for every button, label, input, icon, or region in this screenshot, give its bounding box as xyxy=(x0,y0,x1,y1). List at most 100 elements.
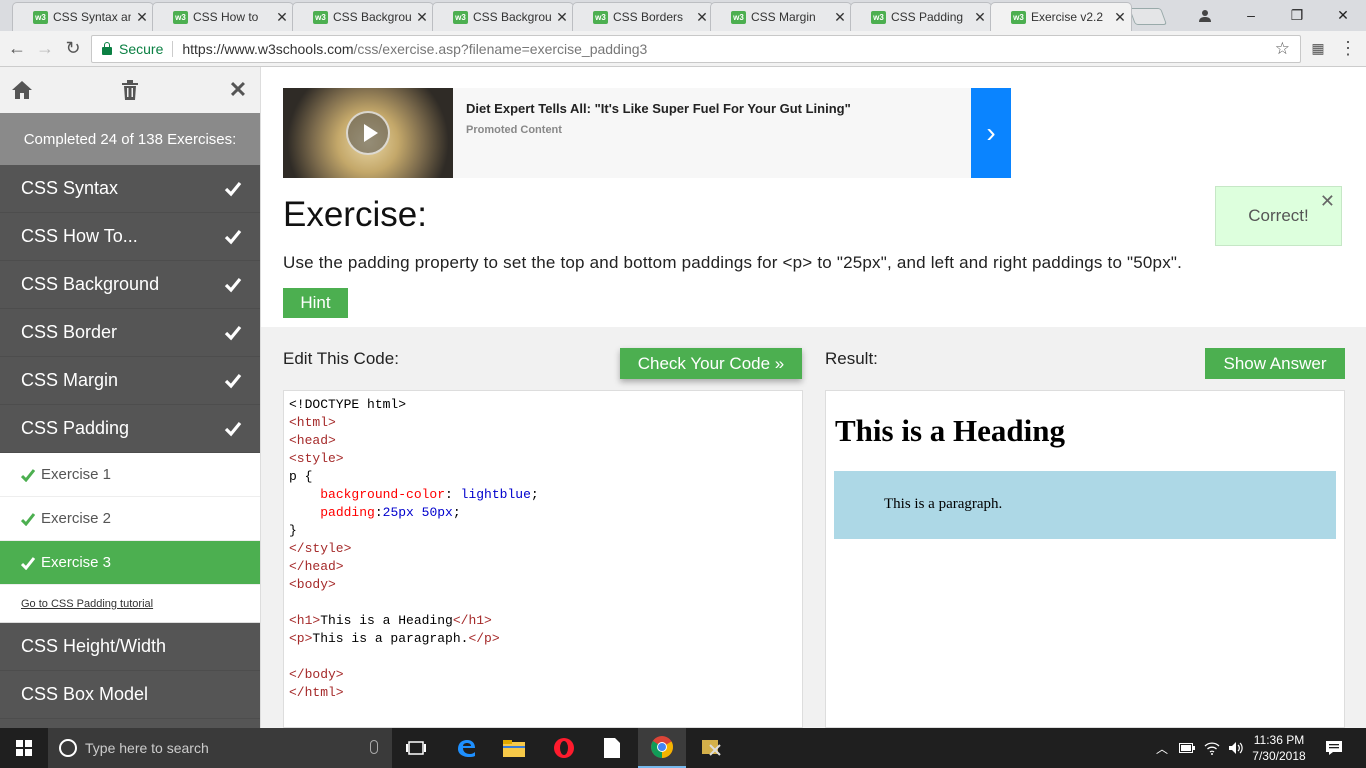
sidebar-toolbar: ✕ xyxy=(0,67,260,113)
code-line: </style> xyxy=(289,541,352,556)
minimize-icon[interactable]: – xyxy=(1228,0,1274,30)
exercise-sidebar: ✕ Completed 24 of 138 Exercises: CSS Syn… xyxy=(0,67,260,728)
browser-tab[interactable]: w3 CSS Margin ✕ xyxy=(710,2,852,31)
taskbar-search-box[interactable]: Type here to search xyxy=(48,728,392,768)
progress-summary: Completed 24 of 138 Exercises: xyxy=(0,113,260,165)
system-clock[interactable]: 11:36 PM 7/30/2018 xyxy=(1248,732,1310,764)
close-window-icon[interactable]: ✕ xyxy=(1320,0,1366,30)
w3schools-favicon-icon: w3 xyxy=(1011,10,1026,24)
close-tab-icon[interactable]: ✕ xyxy=(1109,9,1131,26)
exercise-label: Exercise 2 xyxy=(41,510,112,527)
sidebar-item-label: CSS Box Model xyxy=(21,684,149,704)
tab-title: CSS Borders xyxy=(613,10,684,24)
sidebar-item-css-margin[interactable]: CSS Margin xyxy=(0,357,260,405)
checkmark-icon xyxy=(224,181,242,197)
ad-thumbnail[interactable] xyxy=(283,88,453,178)
notepad-icon[interactable] xyxy=(588,728,636,768)
bookmark-star-icon[interactable]: ☆ xyxy=(1275,39,1290,59)
chrome-icon[interactable] xyxy=(638,728,686,768)
checkmark-icon xyxy=(21,556,35,570)
windows-taskbar: Type here to search ︿ 11:36 PM 7/30/2018 xyxy=(0,728,1366,768)
extension-icon[interactable]: ▦ xyxy=(1307,37,1329,59)
checkmark-icon xyxy=(224,421,242,437)
checkmark-icon xyxy=(21,512,35,526)
close-icon[interactable]: ✕ xyxy=(226,77,250,102)
w3schools-favicon-icon: w3 xyxy=(731,10,746,24)
opera-icon[interactable] xyxy=(540,728,588,768)
file-explorer-icon[interactable] xyxy=(490,728,538,768)
w3schools-favicon-icon: w3 xyxy=(871,10,886,24)
ad-subtitle: Promoted Content xyxy=(466,124,562,136)
sidebar-item-label: CSS Border xyxy=(21,322,118,342)
profile-icon[interactable] xyxy=(1182,0,1228,30)
tab-title: CSS Backgroun xyxy=(473,10,551,24)
play-icon[interactable] xyxy=(346,111,390,155)
sidebar-item-css-box-model[interactable]: CSS Box Model xyxy=(0,671,260,719)
trash-icon[interactable] xyxy=(118,78,142,102)
close-tab-icon[interactable]: ✕ xyxy=(829,9,851,26)
windows-logo-icon xyxy=(16,740,32,756)
browser-tab[interactable]: w3 CSS Backgroun ✕ xyxy=(292,2,434,31)
exercise-item-2[interactable]: Exercise 2 xyxy=(0,497,260,541)
battery-icon[interactable] xyxy=(1179,743,1196,753)
close-tab-icon[interactable]: ✕ xyxy=(271,9,293,26)
chevron-up-icon[interactable]: ︿ xyxy=(1156,740,1168,757)
action-center-icon[interactable] xyxy=(1310,728,1358,768)
address-bar[interactable]: Secure https://www.w3schools.com/css/exe… xyxy=(91,35,1301,63)
reload-icon[interactable]: ↻ xyxy=(62,37,84,59)
microphone-icon[interactable] xyxy=(370,740,378,754)
volume-icon[interactable] xyxy=(1228,741,1244,755)
sidebar-item-css-how-to[interactable]: CSS How To... xyxy=(0,213,260,261)
correct-notification: Correct! ✕ xyxy=(1215,186,1342,246)
search-placeholder: Type here to search xyxy=(85,740,209,756)
task-view-icon[interactable] xyxy=(392,728,440,768)
sidebar-item-css-height-width[interactable]: CSS Height/Width xyxy=(0,623,260,671)
hint-button[interactable]: Hint xyxy=(283,288,348,318)
browser-tab[interactable]: w3 CSS Padding ✕ xyxy=(850,2,992,31)
close-tab-icon[interactable]: ✕ xyxy=(411,9,433,26)
check-code-button[interactable]: Check Your Code » xyxy=(620,348,802,379)
browser-toolbar: ← → ↻ Secure https://www.w3schools.com/c… xyxy=(0,31,1366,67)
w3schools-favicon-icon: w3 xyxy=(313,10,328,24)
exercise-item-3[interactable]: Exercise 3 xyxy=(0,541,260,585)
advertisement[interactable]: Diet Expert Tells All: "It's Like Super … xyxy=(283,88,1011,178)
tutorial-link[interactable]: Go to CSS Padding tutorial xyxy=(0,585,260,623)
app-tool-icon[interactable] xyxy=(688,728,736,768)
restore-icon[interactable]: ❐ xyxy=(1274,0,1320,30)
browser-tab[interactable]: w3 CSS Borders ✕ xyxy=(572,2,714,31)
close-tab-icon[interactable]: ✕ xyxy=(969,9,991,26)
ad-title[interactable]: Diet Expert Tells All: "It's Like Super … xyxy=(466,101,851,116)
checkmark-icon xyxy=(224,229,242,245)
close-icon[interactable]: ✕ xyxy=(1320,191,1335,212)
browser-tab[interactable]: w3 CSS How to ✕ xyxy=(152,2,294,31)
exercise-label: Exercise 1 xyxy=(41,466,112,483)
exercise-item-1[interactable]: Exercise 1 xyxy=(0,453,260,497)
sidebar-item-label: CSS Padding xyxy=(21,418,130,438)
chevron-right-icon[interactable]: › xyxy=(971,88,1011,178)
correct-label: Correct! xyxy=(1248,206,1309,225)
browser-tab-active[interactable]: w3 Exercise v2.2 ✕ xyxy=(990,2,1132,31)
edge-browser-icon[interactable] xyxy=(442,728,490,768)
sidebar-item-css-padding[interactable]: CSS Padding xyxy=(0,405,260,453)
sidebar-item-css-background[interactable]: CSS Background xyxy=(0,261,260,309)
sidebar-item-css-syntax[interactable]: CSS Syntax xyxy=(0,165,260,213)
browser-tab[interactable]: w3 CSS Syntax and✕ xyxy=(12,2,154,31)
show-answer-button[interactable]: Show Answer xyxy=(1205,348,1345,379)
start-button[interactable] xyxy=(0,728,48,768)
code-editor[interactable]: <!DOCTYPE html> <html> <head> <style> p { ba… xyxy=(283,390,803,728)
menu-icon[interactable]: ⋮ xyxy=(1337,37,1359,59)
main-content: Diet Expert Tells All: "It's Like Super … xyxy=(260,67,1366,728)
forward-icon[interactable]: → xyxy=(34,37,56,59)
wifi-icon[interactable] xyxy=(1204,741,1220,755)
close-tab-icon[interactable]: ✕ xyxy=(551,9,573,26)
browser-tab[interactable]: w3 CSS Backgroun ✕ xyxy=(432,2,574,31)
back-icon[interactable]: ← xyxy=(6,37,28,59)
tab-title: CSS How to xyxy=(193,10,259,24)
home-icon[interactable] xyxy=(10,78,34,102)
close-tab-icon[interactable]: ✕ xyxy=(131,9,153,26)
code-line: <p>This is a paragraph.</p> xyxy=(289,631,500,646)
sidebar-item-css-border[interactable]: CSS Border xyxy=(0,309,260,357)
new-tab-button[interactable] xyxy=(1128,8,1168,25)
